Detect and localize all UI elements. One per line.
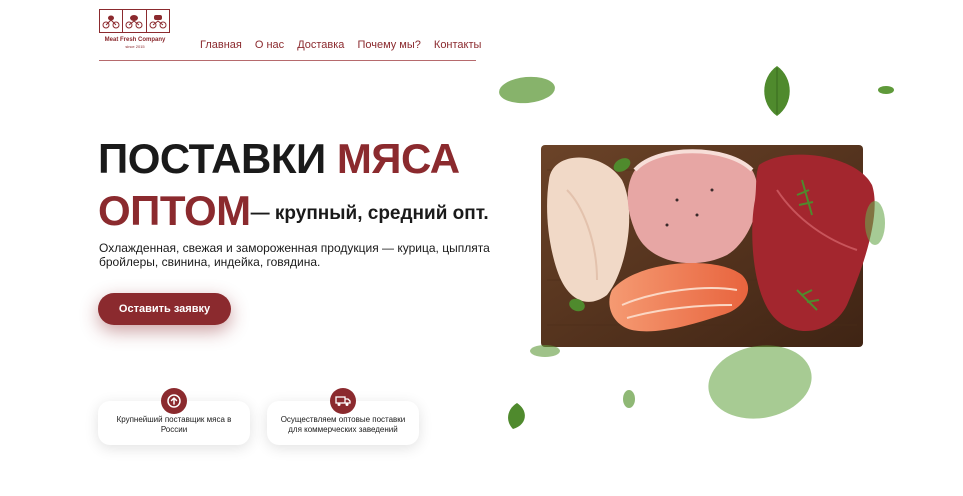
chicken-bicycle-icon: [102, 15, 120, 29]
leaf-decoration-icon: [878, 86, 894, 94]
hero-title-line2-black: — крупный, средний опт.: [250, 203, 489, 224]
leaf-decoration-icon: [623, 390, 635, 408]
arrow-up-circle-icon: [161, 388, 187, 414]
nav-item-about[interactable]: О нас: [255, 39, 284, 51]
truck-icon: [330, 388, 356, 414]
leaf-decoration-icon: [865, 201, 885, 245]
nav-divider: [99, 60, 476, 61]
logo-cell-pig: [123, 10, 147, 32]
logo-company-name: Meat Fresh Company: [104, 37, 166, 43]
hero-title-line2-red: ОПТОМ: [98, 187, 251, 234]
hero-title-line2: ОПТОМ— крупный, средний опт.: [98, 190, 489, 232]
meat-board-image: [541, 145, 875, 347]
leaf-decoration-icon: [499, 76, 555, 104]
leaf-decoration-icon: [764, 66, 790, 116]
pig-bicycle-icon: [125, 15, 143, 29]
cow-bicycle-icon: [149, 15, 167, 29]
logo-emblem: [99, 9, 170, 33]
logo-cell-chicken: [100, 10, 124, 32]
nav-item-delivery[interactable]: Доставка: [297, 39, 344, 51]
nav-item-contacts[interactable]: Контакты: [434, 39, 482, 51]
leaf-decoration-icon: [508, 403, 525, 429]
hero-description: Охлажденная, свежая и замороженная проду…: [99, 241, 490, 269]
leaf-decoration-icon: [708, 345, 812, 419]
feature-text: Осуществляем оптовые поставки для коммер…: [280, 415, 406, 434]
nav-item-home[interactable]: Главная: [200, 39, 242, 51]
logo-cell-cow: [147, 10, 169, 32]
nav-item-why-us[interactable]: Почему мы?: [357, 39, 420, 51]
logo[interactable]: Meat Fresh Company since 2015: [99, 9, 171, 55]
leaf-decoration-icon: [530, 345, 560, 357]
hero-title-red: МЯСА: [336, 135, 460, 182]
feature-text: Крупнейший поставщик мяса в России: [116, 415, 232, 434]
leave-request-button[interactable]: Оставить заявку: [98, 293, 231, 325]
hero-title-line1: ПОСТАВКИ МЯСА: [98, 138, 460, 180]
main-nav: Главная О нас Доставка Почему мы? Контак…: [200, 39, 481, 51]
logo-since: since 2015: [125, 44, 145, 49]
hero-title-black: ПОСТАВКИ: [98, 135, 337, 182]
